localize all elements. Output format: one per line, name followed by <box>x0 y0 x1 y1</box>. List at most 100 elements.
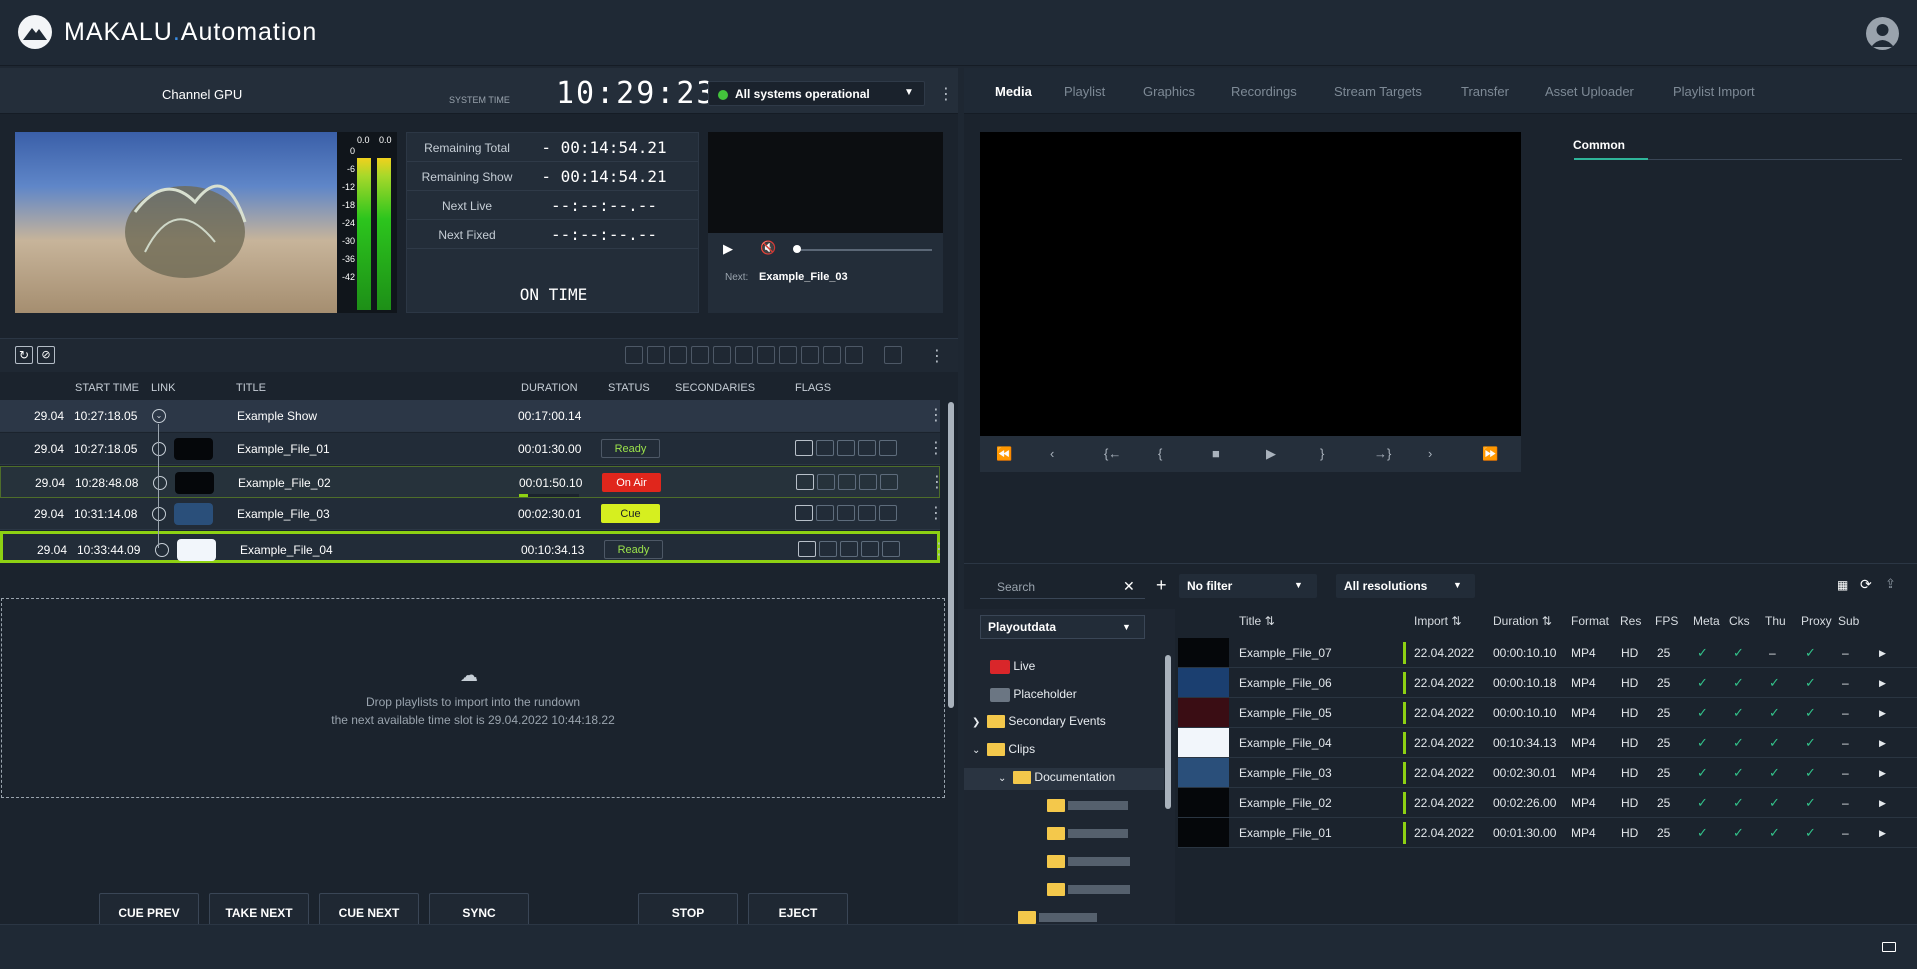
tree-item-live[interactable]: Live <box>990 659 1035 674</box>
tab-transfer[interactable]: Transfer <box>1461 84 1509 99</box>
rundown-tool-icon[interactable] <box>779 346 797 364</box>
flag-icon[interactable] <box>795 505 813 521</box>
col-proxy[interactable]: Proxy <box>1801 614 1832 628</box>
row-menu-icon[interactable]: ⋮ <box>928 400 944 432</box>
flag-icon[interactable] <box>859 473 877 490</box>
preview-seek-bar[interactable] <box>795 249 932 251</box>
tree-item-documentation[interactable]: ⌄ Documentation <box>998 770 1115 785</box>
tree-item-folder[interactable] <box>1018 910 1098 925</box>
refresh-icon[interactable]: ⟳ <box>1860 576 1872 593</box>
col-status[interactable]: STATUS <box>608 382 650 394</box>
tree-item-folder[interactable] <box>1047 882 1131 897</box>
media-table-row[interactable]: Example_File_04 22.04.2022 00:10:34.13 MP4 H… <box>1178 728 1917 758</box>
tab-recordings[interactable]: Recordings <box>1231 84 1297 99</box>
col-format[interactable]: Format <box>1571 614 1609 628</box>
rundown-scrollbar-thumb[interactable] <box>948 402 954 708</box>
rundown-tool-icon[interactable] <box>823 346 841 364</box>
tree-item-folder[interactable] <box>1047 826 1129 841</box>
play-icon[interactable]: ▶ <box>1879 698 1886 728</box>
link-circle-icon[interactable] <box>152 507 166 521</box>
col-duration[interactable]: Duration ⇅ <box>1493 614 1552 628</box>
flag-icon[interactable] <box>817 473 835 490</box>
system-status-dropdown[interactable]: All systems operational ▼ <box>708 81 925 106</box>
tab-playlist[interactable]: Playlist <box>1064 84 1105 99</box>
flag-icon[interactable] <box>861 540 879 557</box>
rundown-tool-icon[interactable] <box>713 346 731 364</box>
fullscreen-icon[interactable] <box>1882 942 1896 952</box>
row-menu-icon[interactable]: ⋮ <box>929 467 945 499</box>
grid-view-icon[interactable]: ▦ <box>1837 578 1848 592</box>
flag-icon[interactable] <box>838 473 856 490</box>
rundown-menu-icon[interactable]: ⋮ <box>929 346 945 366</box>
seek-handle[interactable] <box>793 245 801 253</box>
flag-icon[interactable] <box>795 440 813 456</box>
flag-icon[interactable] <box>858 505 876 521</box>
play-icon[interactable]: ▶ <box>1879 638 1886 668</box>
col-secondaries[interactable]: SECONDARIES <box>675 382 755 394</box>
rundown-tool-icon[interactable] <box>647 346 665 364</box>
play-icon[interactable]: ▶ <box>1879 668 1886 698</box>
show-row[interactable]: 29.04 10:27:18.05 ⌄ Example Show 00:17:0… <box>0 400 944 432</box>
col-title[interactable]: Title ⇅ <box>1239 614 1275 628</box>
rundown-row[interactable]: 29.04 10:31:14.08 Example_File_03 00:02:30.… <box>0 498 944 530</box>
mute-icon[interactable]: 🔇 <box>760 240 776 256</box>
rundown-tool-icon[interactable] <box>845 346 863 364</box>
fast-forward-icon[interactable]: ⏩ <box>1482 446 1498 462</box>
col-cks[interactable]: Cks <box>1729 614 1750 628</box>
flag-icon[interactable] <box>796 473 814 490</box>
expand-icon[interactable]: ⌄ <box>152 409 166 423</box>
play-icon[interactable]: ▶ <box>1266 446 1276 462</box>
filter-dropdown[interactable]: No filter ▼ <box>1179 574 1317 598</box>
tab-stream-targets[interactable]: Stream Targets <box>1334 84 1422 99</box>
play-icon[interactable]: ▶ <box>1879 728 1886 758</box>
col-res[interactable]: Res <box>1620 614 1641 628</box>
flag-icon[interactable] <box>819 540 837 557</box>
mark-out-icon[interactable]: } <box>1320 446 1324 461</box>
tree-item-secondary-events[interactable]: ❯ Secondary Events <box>972 714 1106 729</box>
tab-playlist-import[interactable]: Playlist Import <box>1673 84 1755 99</box>
flag-icon[interactable] <box>840 540 858 557</box>
search-input[interactable]: Search ✕ <box>980 575 1145 599</box>
flag-icon[interactable] <box>816 505 834 521</box>
rewind-icon[interactable]: ⏪ <box>996 446 1012 462</box>
col-fps[interactable]: FPS <box>1655 614 1678 628</box>
resolution-dropdown[interactable]: All resolutions ▼ <box>1336 574 1475 598</box>
col-meta[interactable]: Meta <box>1693 614 1720 628</box>
rundown-tool-icon[interactable] <box>757 346 775 364</box>
play-icon[interactable]: ▶ <box>1879 758 1886 788</box>
media-table-row[interactable]: Example_File_06 22.04.2022 00:00:10.18 MP4 H… <box>1178 668 1917 698</box>
next-frame-icon[interactable]: › <box>1428 446 1432 461</box>
no-sync-icon[interactable]: ⊘ <box>37 346 55 364</box>
refresh-icon[interactable]: ↻ <box>15 346 33 364</box>
tree-item-placeholder[interactable]: Placeholder <box>990 687 1077 702</box>
tree-item-folder[interactable] <box>1047 854 1131 869</box>
flag-icon[interactable] <box>879 440 897 456</box>
flag-icon[interactable] <box>837 440 855 456</box>
go-to-out-icon[interactable]: →} <box>1374 446 1391 461</box>
media-table-row[interactable]: Example_File_03 22.04.2022 00:02:30.01 MP4 H… <box>1178 758 1917 788</box>
link-circle-icon[interactable] <box>152 442 166 456</box>
rundown-row[interactable]: 29.04 10:33:44.09 Example_File_04 00:10:34.… <box>0 530 947 563</box>
col-sub[interactable]: Sub <box>1838 614 1859 628</box>
flag-icon[interactable] <box>837 505 855 521</box>
row-menu-icon[interactable]: ⋮ <box>928 498 944 530</box>
stop-icon[interactable]: ■ <box>1212 446 1220 461</box>
media-table-row[interactable]: Example_File_07 22.04.2022 00:00:10.10 MP4 H… <box>1178 638 1917 668</box>
media-table-row[interactable]: Example_File_01 22.04.2022 00:01:30.00 MP4 H… <box>1178 818 1917 848</box>
flag-icon[interactable] <box>880 473 898 490</box>
flag-icon[interactable] <box>816 440 834 456</box>
tab-common[interactable]: Common <box>1573 138 1625 152</box>
tab-asset-uploader[interactable]: Asset Uploader <box>1545 84 1634 99</box>
play-icon[interactable]: ▶ <box>1879 818 1886 848</box>
col-title[interactable]: TITLE <box>236 382 266 394</box>
row-menu-icon[interactable]: ⋮ <box>931 534 947 566</box>
upload-icon[interactable]: ⇪ <box>1885 576 1896 592</box>
tree-item-folder[interactable] <box>1047 798 1129 813</box>
col-start-time[interactable]: START TIME <box>75 382 139 394</box>
flag-icon[interactable] <box>798 540 816 557</box>
row-menu-icon[interactable]: ⋮ <box>928 433 944 465</box>
rundown-tool-icon[interactable] <box>801 346 819 364</box>
tab-media[interactable]: Media <box>995 84 1032 99</box>
delete-icon[interactable] <box>884 346 902 364</box>
col-import[interactable]: Import ⇅ <box>1414 614 1461 628</box>
